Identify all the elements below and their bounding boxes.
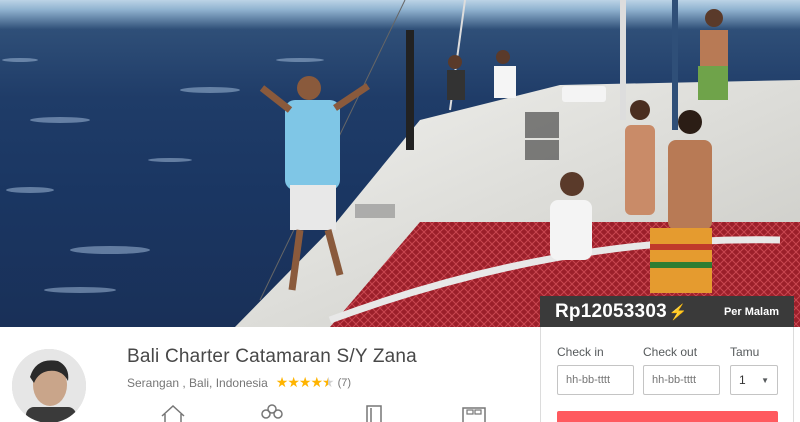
bed-icon xyxy=(462,407,486,422)
chevron-down-icon: ▼ xyxy=(761,375,769,385)
host-avatar[interactable] xyxy=(12,349,86,422)
guests-label: Tamu xyxy=(730,345,760,359)
checkout-input[interactable] xyxy=(643,365,720,395)
guests-select[interactable]: 1 ▼ xyxy=(730,365,778,395)
checkout-label: Check out xyxy=(643,345,698,359)
price-amount-wrap: Rp12053303 ⚡ xyxy=(555,301,688,323)
listing-location[interactable]: Serangan , Bali, Indonesia xyxy=(127,376,268,390)
nightly-price: Rp12053303 xyxy=(555,300,667,322)
price-bar: Rp12053303 ⚡ Per Malam xyxy=(540,296,794,327)
listing-page: Rp12053303 ⚡ Per Malam Check in Check ou… xyxy=(0,0,800,422)
host-avatar-illustration xyxy=(12,349,86,422)
checkin-input[interactable] xyxy=(557,365,634,395)
guests-icon xyxy=(261,404,283,419)
request-book-button[interactable] xyxy=(557,411,778,422)
star-icon: ★ xyxy=(287,374,300,390)
booking-panel: Check in Check out Tamu 1 ▼ xyxy=(540,327,794,422)
door-icon xyxy=(366,405,382,422)
catamaran-photo-illustration xyxy=(2,0,800,327)
home-icon xyxy=(161,404,185,422)
review-count[interactable]: (7) xyxy=(338,377,351,389)
guests-value: 1 xyxy=(739,373,746,387)
half-star-icon: ★ xyxy=(322,374,335,390)
listing-hero-photo[interactable] xyxy=(0,0,800,327)
listing-title: Bali Charter Catamaran S/Y Zana xyxy=(127,346,417,367)
checkin-label: Check in xyxy=(557,345,604,359)
star-icon: ★ xyxy=(310,374,323,390)
star-rating: ★★★★★ xyxy=(275,374,335,391)
instant-book-icon: ⚡ xyxy=(668,303,688,321)
price-period: Per Malam xyxy=(723,305,779,318)
star-icon: ★ xyxy=(298,374,312,390)
star-icon: ★ xyxy=(275,374,289,390)
listing-location-row: Serangan , Bali, Indonesia ★★★★★ (7) xyxy=(127,374,351,391)
